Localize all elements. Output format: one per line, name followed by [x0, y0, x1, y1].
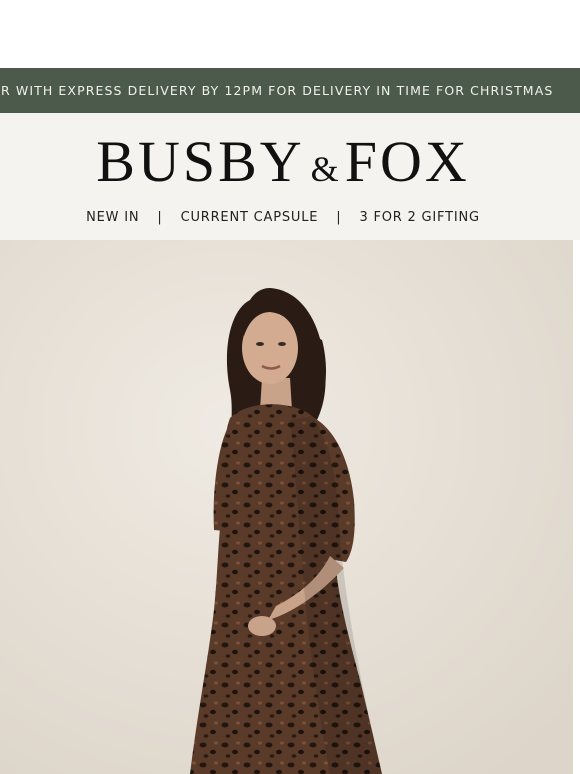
promo-banner[interactable]: ER WITH EXPRESS DELIVERY BY 12PM FOR DEL… [0, 68, 580, 113]
nav-item-new-in[interactable]: NEW IN [86, 210, 139, 225]
page-edge [573, 240, 580, 774]
top-spacer [0, 0, 580, 68]
brand-logo[interactable]: BUSBY & FOX [0, 133, 566, 191]
site-header: BUSBY & FOX NEW IN | CURRENT CAPSULE | 3 F… [0, 113, 580, 240]
logo-word-busby: BUSBY [96, 129, 305, 194]
promo-banner-text: ER WITH EXPRESS DELIVERY BY 12PM FOR DEL… [0, 83, 554, 98]
nav-separator: | [157, 210, 163, 225]
model-illustration [0, 240, 573, 774]
nav-item-3-for-2-gifting[interactable]: 3 FOR 2 GIFTING [359, 210, 479, 225]
logo-ampersand: & [310, 149, 339, 189]
nav-separator: | [336, 210, 342, 225]
nav-item-current-capsule[interactable]: CURRENT CAPSULE [181, 210, 319, 225]
hero-image[interactable] [0, 240, 573, 774]
main-nav: NEW IN | CURRENT CAPSULE | 3 FOR 2 GIFTI… [0, 210, 566, 225]
logo-word-fox: FOX [344, 129, 470, 194]
